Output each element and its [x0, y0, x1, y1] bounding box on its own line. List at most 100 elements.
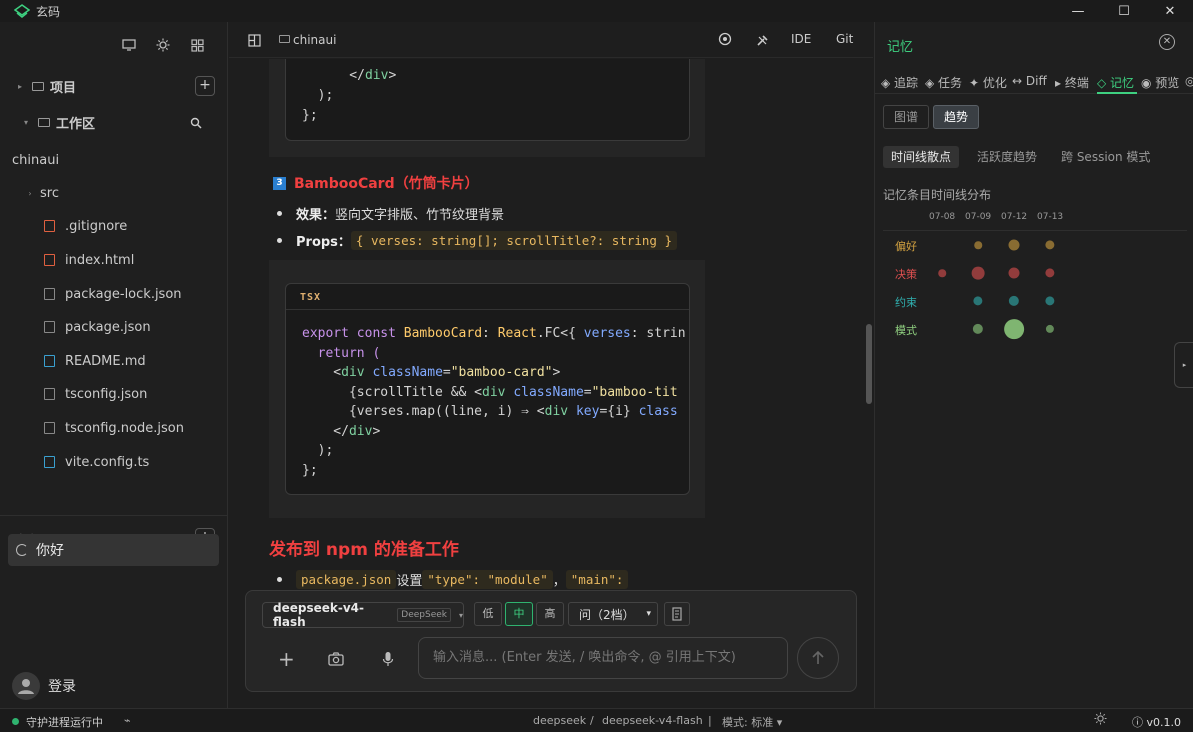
status-divider: |	[708, 714, 712, 727]
search-icon[interactable]	[187, 114, 205, 132]
maximize-button[interactable]: ☐	[1101, 0, 1147, 22]
tree-item-file[interactable]: tsconfig.json	[0, 383, 227, 405]
ide-button[interactable]: IDE	[791, 32, 811, 46]
tree-item-src[interactable]: › src	[0, 182, 227, 204]
code-line: );	[302, 88, 334, 103]
target-icon[interactable]	[716, 30, 734, 48]
sun-icon[interactable]	[154, 36, 172, 54]
status-provider[interactable]: deepseek	[533, 714, 586, 727]
close-icon[interactable]: ✕	[1159, 34, 1175, 50]
subtab-timeline[interactable]: 时间线散点	[883, 146, 960, 168]
collapse-panel-button[interactable]: ▸	[1174, 342, 1193, 388]
subtab-cross-session[interactable]: 跨 Session 模式	[1061, 146, 1150, 168]
terminal-icon[interactable]: ⌁	[124, 714, 131, 727]
monitor-icon[interactable]	[120, 36, 138, 54]
folder-icon	[38, 117, 50, 127]
timeline-dot[interactable]	[974, 241, 982, 249]
file-icon	[44, 422, 55, 434]
grid-icon[interactable]	[188, 36, 206, 54]
mode-select[interactable]: 问（2档） ▾	[568, 602, 658, 626]
subtab-activity[interactable]: 活跃度趋势	[977, 146, 1037, 168]
composer: deepseek-v4-flash DeepSeek ▾ 低 中 高 问（2档）…	[245, 590, 857, 692]
folder-icon	[279, 35, 290, 43]
tree-item-file[interactable]: tsconfig.node.json	[0, 417, 227, 439]
status-mode[interactable]: 模式: 标准 ▾	[722, 714, 782, 730]
tree-item-file[interactable]: package-lock.json	[0, 283, 227, 305]
view-graph-button[interactable]: 图谱	[883, 105, 929, 129]
tab-memory[interactable]: ◇ 记忆	[1097, 74, 1134, 91]
chat-item[interactable]: 你好	[8, 534, 219, 566]
message-input[interactable]: 输入消息... (Enter 发送, / 唤出命令, @ 引用上下文)	[418, 637, 788, 679]
root-folder[interactable]: chinaui	[0, 149, 227, 171]
tree-item-file[interactable]: README.md	[0, 350, 227, 372]
document-button[interactable]	[664, 602, 690, 626]
tab-preview[interactable]: ◉ 预览	[1141, 74, 1179, 91]
split-view-icon[interactable]	[245, 31, 263, 49]
timeline-dot[interactable]	[1045, 296, 1055, 306]
code-line: <div className="bamboo-card">	[302, 365, 561, 380]
git-button[interactable]: Git	[836, 32, 853, 46]
file-icon	[44, 220, 55, 232]
timeline-dot[interactable]	[1045, 268, 1055, 278]
tree-item-file[interactable]: .gitignore	[0, 215, 227, 237]
file-icon	[44, 288, 55, 300]
list-item: package.json 设置 "type": "module" ， "main…	[277, 570, 629, 589]
add-project-button[interactable]: +	[195, 76, 215, 96]
tab-optimize[interactable]: ✦ 优化	[969, 74, 1007, 91]
view-trend-button[interactable]: 趋势	[933, 105, 979, 129]
tab-tasks[interactable]: ◈ 任务	[925, 74, 962, 91]
sun-icon[interactable]	[1094, 712, 1107, 728]
timeline-dot[interactable]	[972, 323, 984, 335]
code-line: export const BambooCard: React.FC<{ vers…	[302, 326, 686, 341]
timeline-category-label: 约束	[895, 296, 917, 309]
timeline-date-label: 07-08	[929, 212, 956, 222]
timeline-date-label: 07-13	[1037, 212, 1064, 222]
level-high-button[interactable]: 高	[536, 602, 564, 626]
microphone-icon[interactable]	[382, 651, 394, 671]
panel-title: 记忆	[887, 40, 914, 55]
tree-item-file[interactable]: index.html	[0, 249, 227, 271]
file-icon	[44, 254, 55, 266]
status-sep: /	[590, 714, 594, 727]
send-button[interactable]	[797, 637, 839, 679]
inline-code: package.json	[296, 570, 397, 589]
timeline-dot[interactable]	[1004, 319, 1024, 339]
code-line: return (	[302, 346, 381, 361]
login-button[interactable]: 登录	[12, 672, 76, 700]
tab-terminal[interactable]: ▸ 终端	[1055, 74, 1089, 91]
timeline-date-label: 07-12	[1001, 212, 1028, 222]
tab-diff[interactable]: ↔ Diff	[1012, 74, 1047, 88]
timeline-dot[interactable]	[973, 296, 983, 306]
tree-item-file[interactable]: vite.config.ts	[0, 451, 227, 473]
timeline-dot[interactable]	[1045, 324, 1055, 334]
minimize-button[interactable]: —	[1055, 0, 1101, 22]
plus-icon[interactable]: +	[278, 647, 295, 671]
version-label[interactable]: ⓘ v0.1.0	[1132, 714, 1181, 730]
project-section[interactable]: ▸ 项目	[0, 75, 227, 97]
timeline-dot[interactable]	[971, 266, 985, 280]
timeline-dot[interactable]	[1045, 240, 1055, 250]
timeline-dot[interactable]	[1008, 295, 1020, 307]
tools-icon[interactable]	[753, 31, 771, 49]
project-label: 项目	[50, 80, 77, 96]
folder-icon	[32, 81, 44, 91]
tab-more[interactable]: ◎	[1185, 74, 1193, 88]
main-panel: chinaui IDE Git </div> ); }; 3 BambooCar…	[229, 22, 873, 708]
timeline-dot[interactable]	[1008, 239, 1020, 251]
camera-icon[interactable]	[328, 651, 344, 670]
tab-trace[interactable]: ◈ 追踪	[881, 74, 918, 91]
timeline-dot[interactable]	[938, 269, 946, 277]
scrollbar-thumb[interactable]	[866, 324, 872, 404]
status-dot-icon	[12, 718, 19, 725]
tree-item-label: index.html	[65, 252, 135, 268]
status-model[interactable]: deepseek-v4-flash	[602, 714, 703, 727]
title-bar: 玄码 — ☐ ✕	[0, 0, 1193, 22]
tree-item-file[interactable]: package.json	[0, 316, 227, 338]
code-line: {scrollTitle && <div className="bamboo-t…	[302, 385, 678, 400]
level-mid-button[interactable]: 中	[505, 602, 533, 626]
model-select[interactable]: deepseek-v4-flash DeepSeek ▾	[262, 601, 464, 629]
level-low-button[interactable]: 低	[474, 602, 502, 626]
provider-badge: DeepSeek	[397, 608, 451, 622]
timeline-dot[interactable]	[1008, 267, 1020, 279]
close-window-button[interactable]: ✕	[1147, 0, 1193, 22]
